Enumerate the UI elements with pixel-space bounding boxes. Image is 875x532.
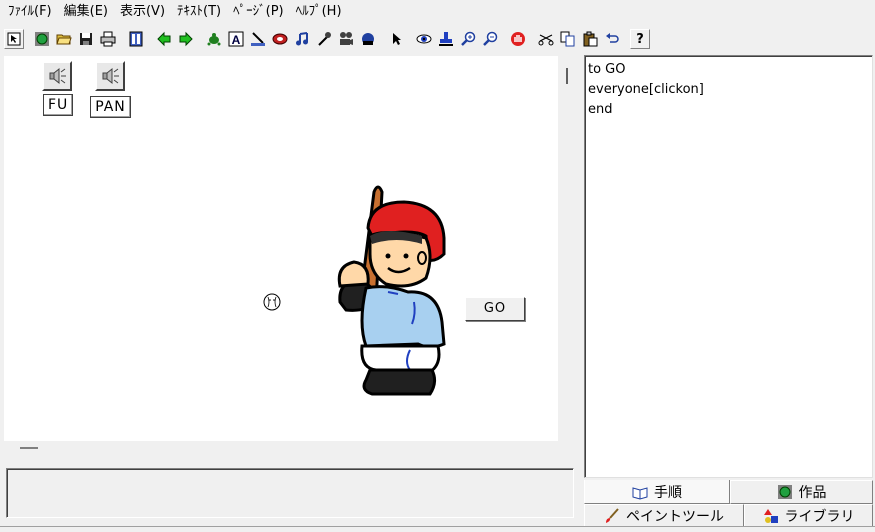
open-book-icon [632,486,648,500]
speaker-label-pan: PAN [90,96,131,118]
scrollbar-thumb[interactable] [566,68,568,84]
procedure-line: everyone[clickon] [588,82,704,97]
pages-icon[interactable] [126,29,146,49]
baseball-turtle[interactable] [262,292,282,312]
tab-library[interactable]: ライブラリ [744,504,873,528]
music-note-icon[interactable] [292,29,312,49]
baseball-batter-turtle[interactable] [326,184,452,398]
procedure-line: end [588,102,613,117]
select-arrow-icon[interactable] [386,29,406,49]
next-page-arrow-icon[interactable] [176,29,196,49]
paste-icon[interactable] [580,29,600,49]
splitter-handle[interactable] [20,447,38,449]
toolbar: A ? [0,26,875,52]
cut-scissors-icon[interactable] [536,29,556,49]
menu-bar: ﾌｧｲﾙ(F) 編集(E) 表示(V) ﾃｷｽﾄ(T) ﾍﾟｰｼﾞ(P) ﾍﾙﾌ… [0,0,875,24]
eye-icon[interactable] [414,29,434,49]
previous-page-arrow-icon[interactable] [154,29,174,49]
procedures-editor[interactable]: to GO everyone[clickon] end [584,55,873,478]
movie-camera-icon[interactable] [336,29,356,49]
stop-hand-icon[interactable] [508,29,528,49]
print-icon[interactable] [98,29,118,49]
slider-icon[interactable] [248,29,268,49]
go-button[interactable]: GO [465,297,525,321]
command-center[interactable] [6,468,574,518]
speaker-button-fu[interactable] [42,61,72,91]
menu-view[interactable]: 表示(V) [116,0,173,24]
speaker-label-fu: FU [43,94,73,116]
copy-icon[interactable] [558,29,578,49]
text-box-icon[interactable]: A [226,29,246,49]
menu-help[interactable]: ﾍﾙﾌﾟ(H) [292,0,350,24]
menu-file[interactable]: ﾌｧｲﾙ(F) [4,0,60,24]
tab-works[interactable]: 作品 [730,480,873,504]
zoom-in-icon[interactable] [458,29,478,49]
save-disk-icon[interactable] [76,29,96,49]
speaker-icon [102,67,119,85]
pointer-arrow-icon[interactable] [4,29,24,49]
video-icon[interactable] [358,29,378,49]
zoom-out-icon[interactable] [480,29,500,49]
window-bottom-edge [0,526,875,532]
speaker-button-pan[interactable] [95,61,125,91]
help-question-icon[interactable]: ? [630,29,650,49]
project-page-canvas[interactable]: FU PAN GO [4,56,558,441]
new-globe-icon[interactable] [32,29,52,49]
speaker-icon [49,67,66,85]
menu-text[interactable]: ﾃｷｽﾄ(T) [173,0,229,24]
paintbrush-icon [606,508,619,523]
microphone-icon[interactable] [314,29,334,49]
microworlds-window: ﾌｧｲﾙ(F) 編集(E) 表示(V) ﾃｷｽﾄ(T) ﾍﾟｰｼﾞ(P) ﾍﾙﾌ… [0,0,875,532]
svg-text:A: A [232,33,241,47]
procedure-line: to GO [588,62,626,77]
menu-page[interactable]: ﾍﾟｰｼﾞ(P) [229,0,291,24]
page-scrollbar[interactable] [562,58,576,448]
stamp-icon[interactable] [436,29,456,49]
button-tool-icon[interactable] [270,29,290,49]
tab-paint-tool[interactable]: ペイントツール [584,504,744,528]
new-turtle-icon[interactable] [204,29,224,49]
globe-icon [777,485,792,499]
tab-procedures[interactable]: 手順 [584,480,730,504]
undo-arrow-icon[interactable] [602,29,622,49]
menu-edit[interactable]: 編集(E) [60,0,116,24]
open-folder-icon[interactable] [54,29,74,49]
shapes-icon [763,509,778,523]
